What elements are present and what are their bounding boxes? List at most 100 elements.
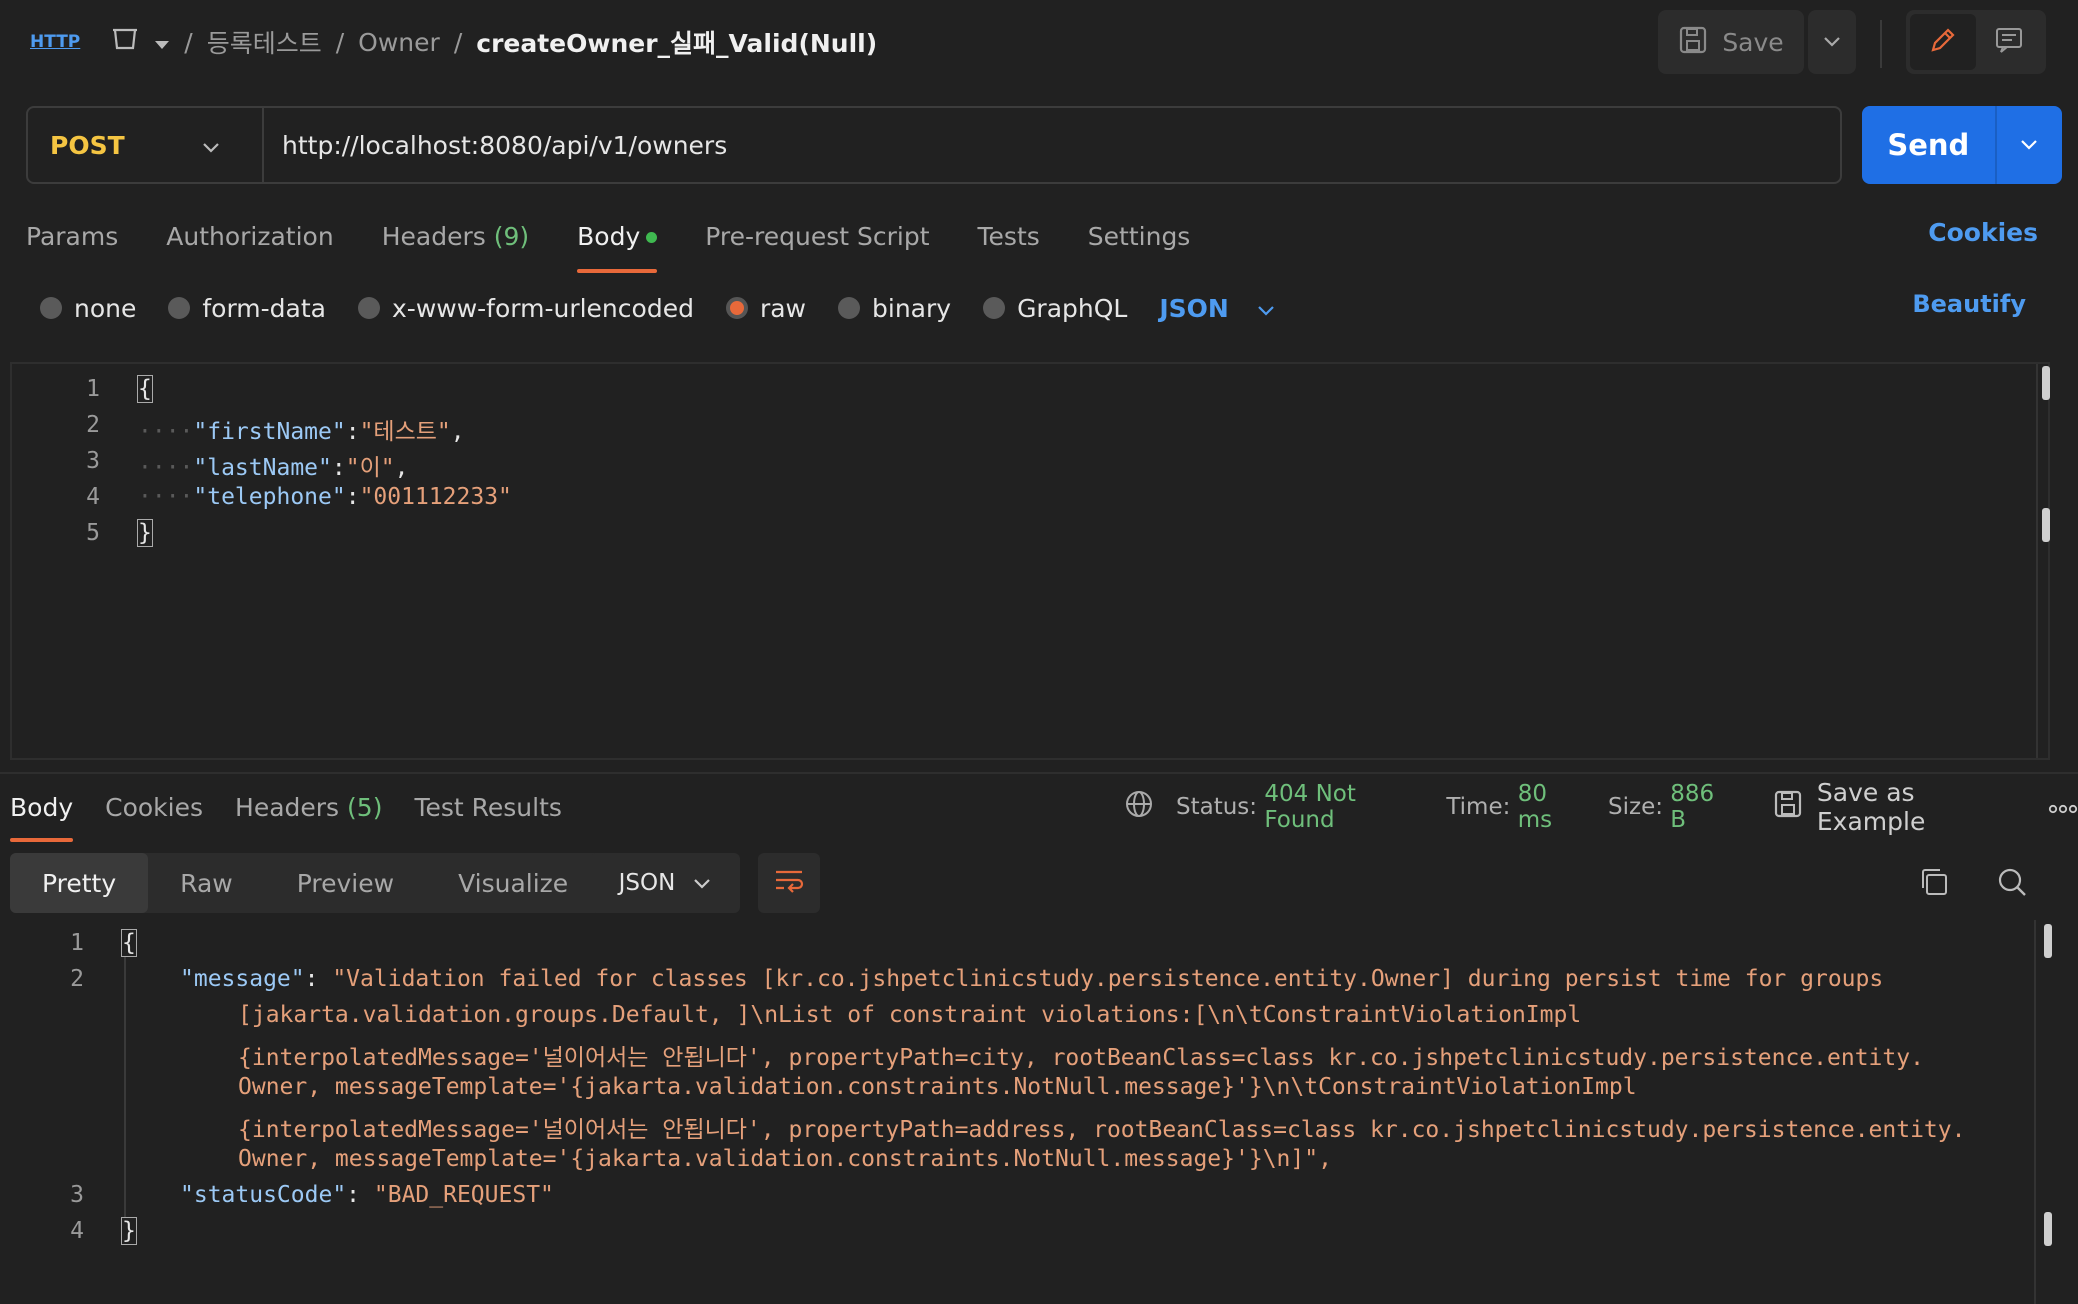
copy-icon[interactable]: [1918, 866, 1950, 902]
method-label: POST: [50, 130, 125, 160]
res-tab-test-results[interactable]: Test Results: [414, 793, 561, 822]
tab-settings[interactable]: Settings: [1088, 222, 1191, 251]
body-type-none[interactable]: none: [40, 294, 136, 323]
breadcrumb-separator: /: [453, 27, 463, 57]
tab-authorization[interactable]: Authorization: [166, 222, 333, 251]
scrollbar-thumb[interactable]: [2044, 924, 2052, 958]
body-type-urlencoded[interactable]: x-www-form-urlencoded: [358, 294, 694, 323]
breadcrumb-request[interactable]: createOwner_실패_Valid(Null): [476, 24, 877, 60]
line-number: 3: [70, 1182, 84, 1208]
size-label: Size:: [1608, 794, 1663, 820]
json-value-continued: {interpolatedMessage='널이어서는 안됩니다', prope…: [238, 1045, 1924, 1071]
label: GraphQL: [1017, 293, 1128, 323]
label: binary: [872, 293, 952, 323]
url-bar: POST http://localhost:8080/api/v1/owners: [26, 106, 1842, 184]
indent-guide: ····: [138, 455, 194, 481]
edit-mode-button[interactable]: [1910, 14, 1976, 70]
indent-guide: ····: [138, 484, 194, 510]
breadcrumb-separator: /: [335, 27, 345, 57]
save-options-button[interactable]: [1808, 10, 1856, 74]
send-options-button[interactable]: [1994, 106, 2062, 184]
chevron-down-icon[interactable]: [154, 28, 170, 57]
response-status-bar: Status: 404 Not Found Time: 80 ms Size: …: [1124, 778, 2078, 836]
beautify-button[interactable]: Beautify: [1912, 290, 2026, 318]
tab-params[interactable]: Params: [26, 222, 118, 251]
comments-button[interactable]: [1976, 14, 2042, 70]
body-type-binary[interactable]: binary: [838, 294, 951, 323]
save-icon: [1678, 25, 1708, 59]
res-tab-body[interactable]: Body: [10, 793, 74, 842]
status-value[interactable]: 404 Not Found: [1264, 781, 1422, 833]
more-options-icon[interactable]: [2048, 794, 2078, 820]
format-label: JSON: [618, 870, 676, 896]
search-icon[interactable]: [1996, 866, 2028, 902]
body-type-graphql[interactable]: GraphQL: [983, 294, 1127, 323]
scrollbar-thumb[interactable]: [2042, 508, 2050, 542]
headers-count: (9): [493, 221, 530, 251]
radio-icon: [358, 297, 380, 319]
label: none: [74, 293, 137, 323]
scrollbar-thumb[interactable]: [2044, 1212, 2052, 1246]
view-visualize[interactable]: Visualize: [426, 853, 600, 913]
request-body-editor[interactable]: 1 2 3 4 5 { ····"firstName":"테스트", ····"…: [10, 362, 2050, 760]
view-raw[interactable]: Raw: [148, 853, 265, 913]
view-pretty[interactable]: Pretty: [10, 853, 149, 913]
modified-dot: [646, 232, 658, 243]
tab-body[interactable]: Body: [577, 222, 658, 273]
save-label: Save: [1722, 27, 1784, 57]
format-label: JSON: [1159, 293, 1229, 323]
label: form-data: [202, 293, 326, 323]
cookies-link[interactable]: Cookies: [1928, 218, 2038, 247]
http-icon: HTTP: [30, 32, 81, 52]
breadcrumb-folder[interactable]: Owner: [358, 28, 440, 57]
globe-icon[interactable]: [1124, 789, 1154, 825]
response-tabs: Body Cookies Headers (5) Test Results: [10, 785, 594, 842]
size-value[interactable]: 886 B: [1670, 781, 1733, 833]
json-value: "Validation failed for classes [kr.co.js…: [332, 966, 1884, 992]
method-select[interactable]: POST: [28, 108, 264, 182]
time-label: Time:: [1446, 794, 1511, 820]
json-value-continued: {interpolatedMessage='널이어서는 안됩니다', prope…: [238, 1117, 1966, 1143]
chevron-down-icon: [2020, 136, 2038, 155]
json-key: "firstName": [193, 419, 346, 445]
response-format-select[interactable]: JSON: [590, 853, 740, 913]
save-button[interactable]: Save: [1658, 10, 1804, 74]
res-tab-cookies[interactable]: Cookies: [105, 793, 203, 822]
response-body-viewer[interactable]: 1 2 3 4 { "message": "Validation failed …: [0, 920, 2078, 1304]
json-key: "telephone": [193, 484, 346, 510]
label: Save as Example: [1816, 778, 1926, 836]
tab-pre-request-script[interactable]: Pre-request Script: [705, 222, 929, 251]
line-number: 4: [70, 1218, 84, 1244]
line-number: 5: [86, 520, 100, 546]
send-button[interactable]: Send: [1862, 128, 1995, 162]
radio-selected-icon: [725, 297, 748, 319]
headers-count: (5): [347, 792, 383, 822]
indent-guide: ····: [138, 419, 194, 445]
collection-icon[interactable]: [110, 26, 140, 58]
breadcrumb-collection[interactable]: 등록테스트: [207, 24, 322, 60]
res-tab-headers[interactable]: Headers (5): [235, 793, 382, 822]
label: x-www-form-urlencoded: [392, 293, 694, 323]
tab-tests[interactable]: Tests: [978, 222, 1040, 251]
raw-format-select[interactable]: JSON: [1159, 294, 1274, 323]
json-brace: }: [137, 519, 153, 547]
save-as-example-button[interactable]: Save as Example: [1773, 778, 2014, 836]
chevron-down-icon: [693, 870, 711, 896]
body-type-raw[interactable]: raw: [725, 294, 806, 323]
body-type-form-data[interactable]: form-data: [168, 294, 326, 323]
json-key: "lastName": [193, 455, 332, 481]
panel-divider[interactable]: [0, 772, 2078, 774]
json-key: "message": [180, 966, 305, 992]
response-view-modes: Pretty Raw Preview Visualize: [10, 853, 601, 913]
radio-icon: [838, 297, 860, 319]
scrollbar-thumb[interactable]: [2042, 366, 2050, 400]
wrap-lines-button[interactable]: [758, 853, 820, 913]
json-brace: }: [121, 1217, 137, 1245]
time-value[interactable]: 80 ms: [1518, 781, 1584, 833]
tab-headers[interactable]: Headers (9): [382, 222, 529, 251]
view-preview[interactable]: Preview: [265, 853, 426, 913]
url-input[interactable]: http://localhost:8080/api/v1/owners: [264, 131, 727, 160]
line-number: 1: [86, 376, 100, 402]
line-number: 3: [86, 448, 100, 474]
tab-headers-label: Headers: [381, 221, 486, 251]
